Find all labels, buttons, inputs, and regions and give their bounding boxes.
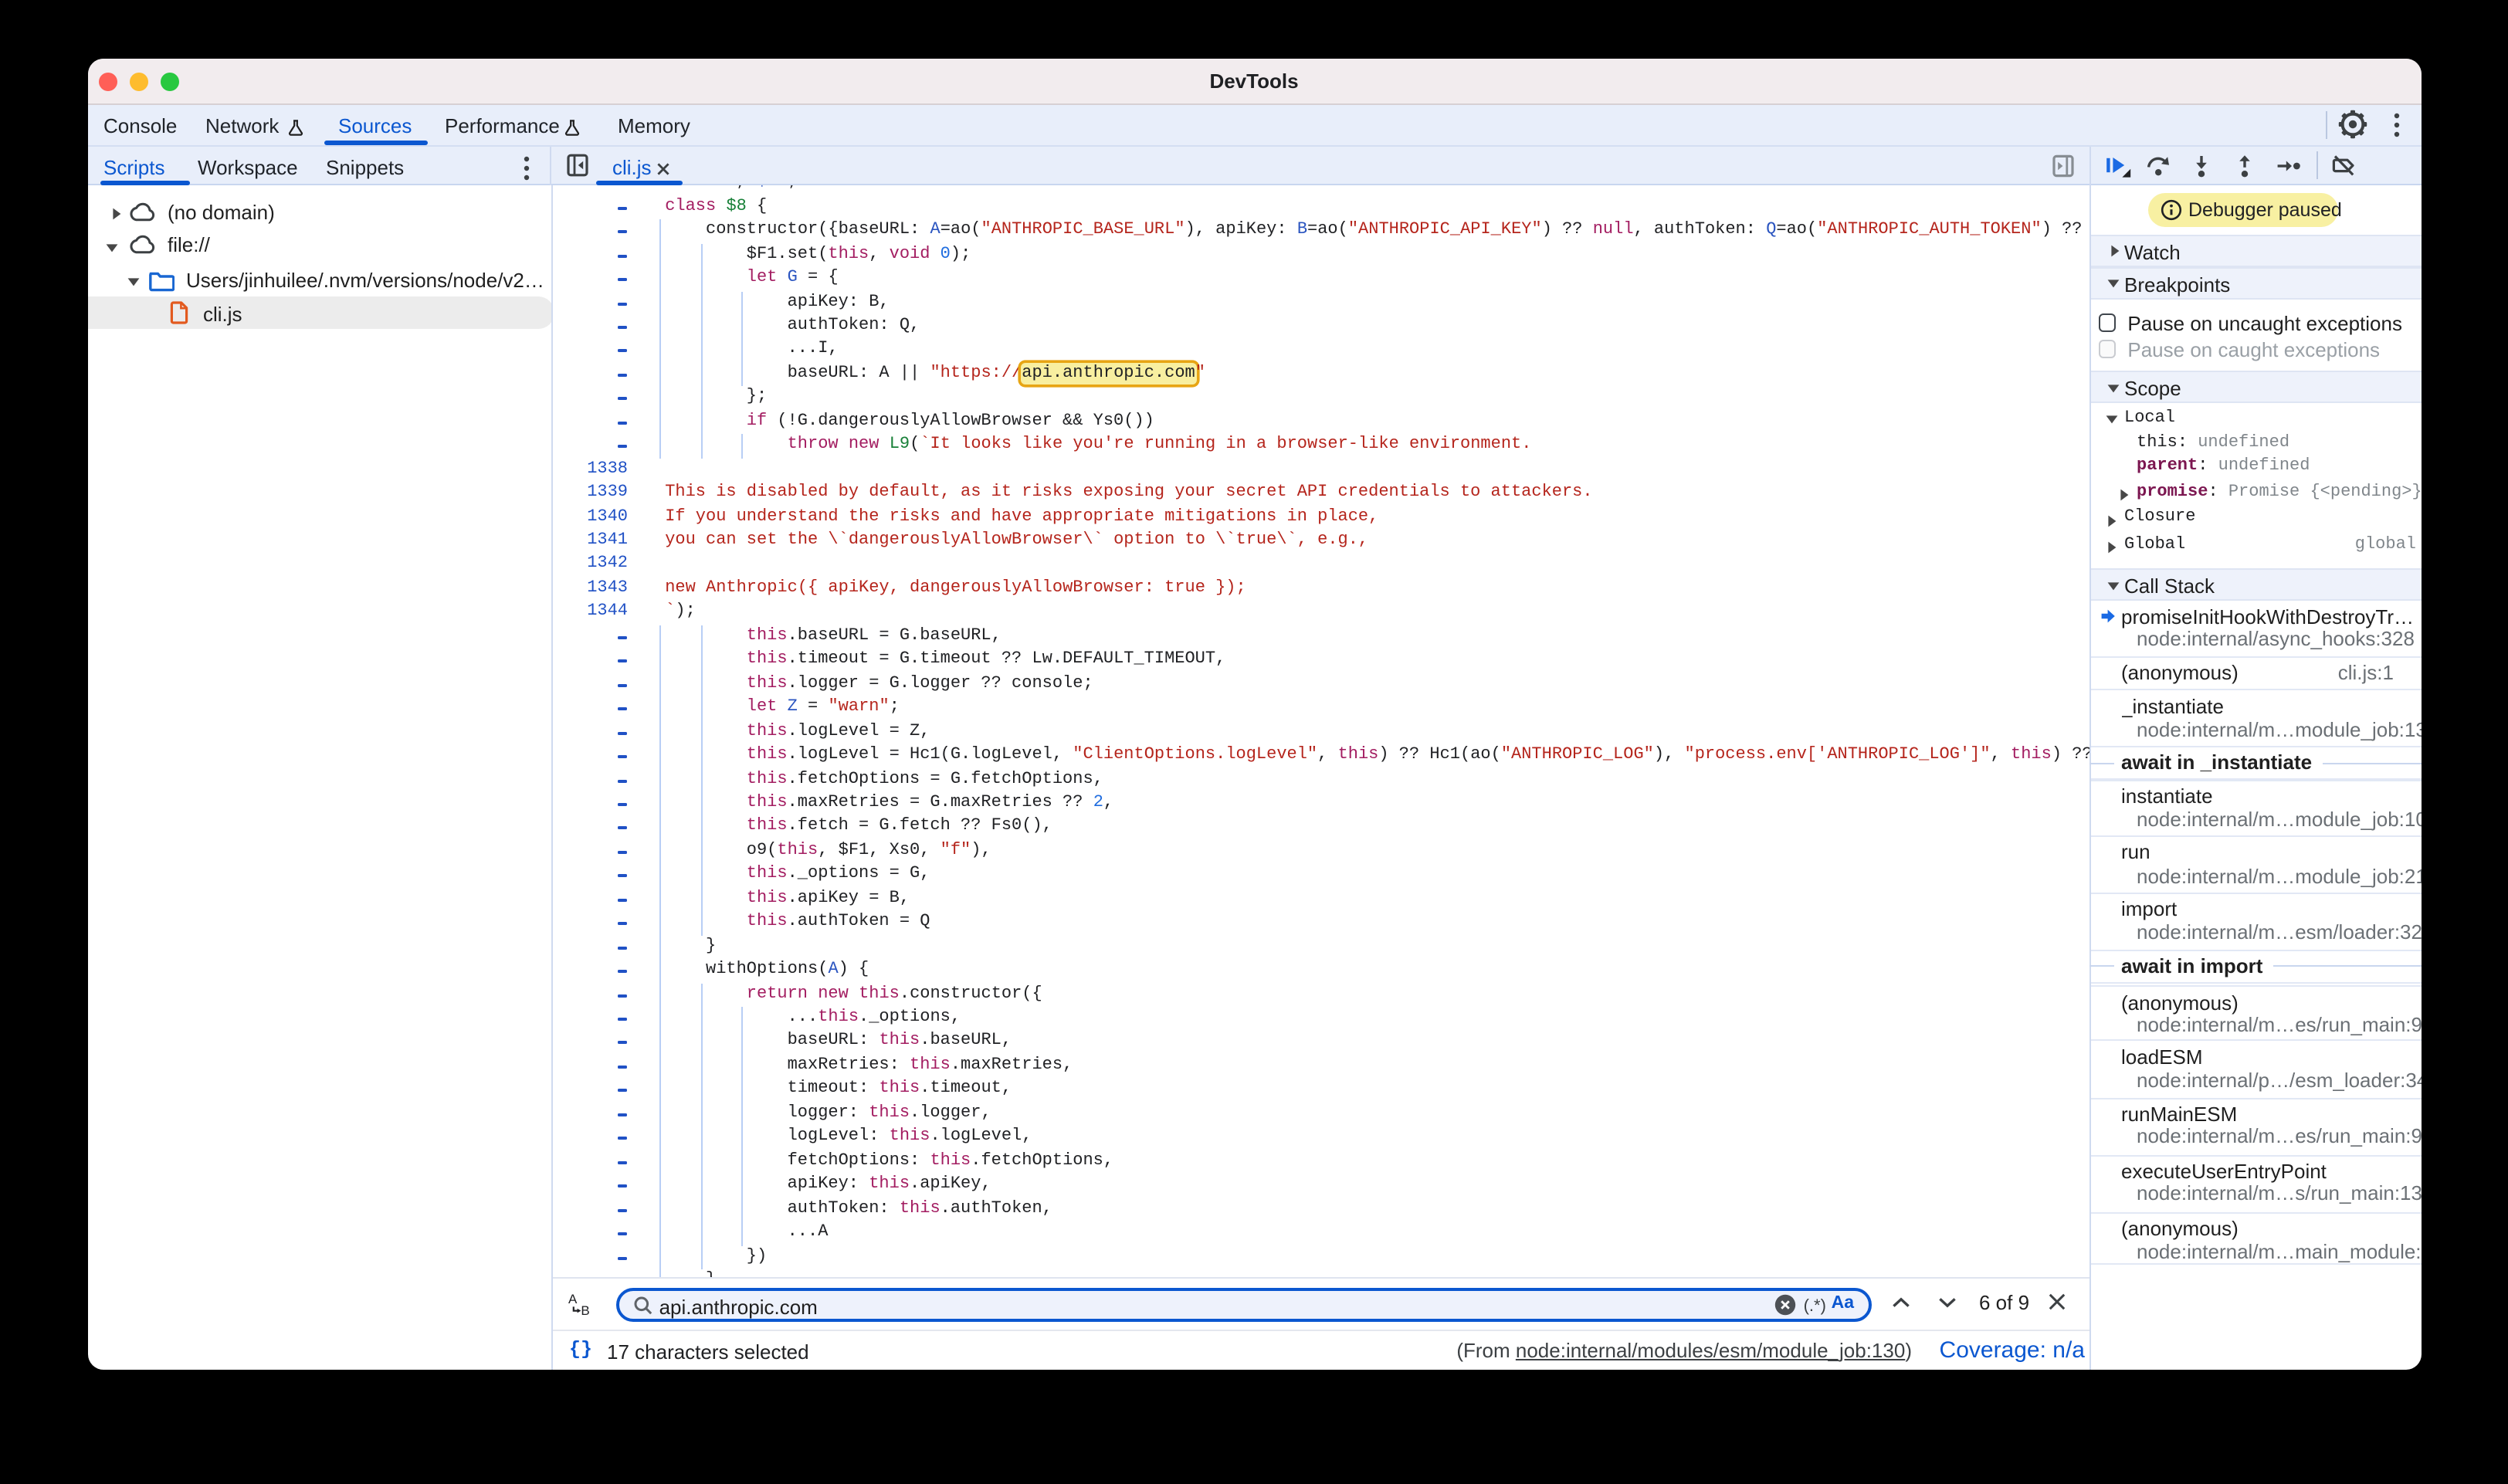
svg-text:A: A xyxy=(568,1292,577,1306)
svg-text:B: B xyxy=(580,1303,588,1316)
